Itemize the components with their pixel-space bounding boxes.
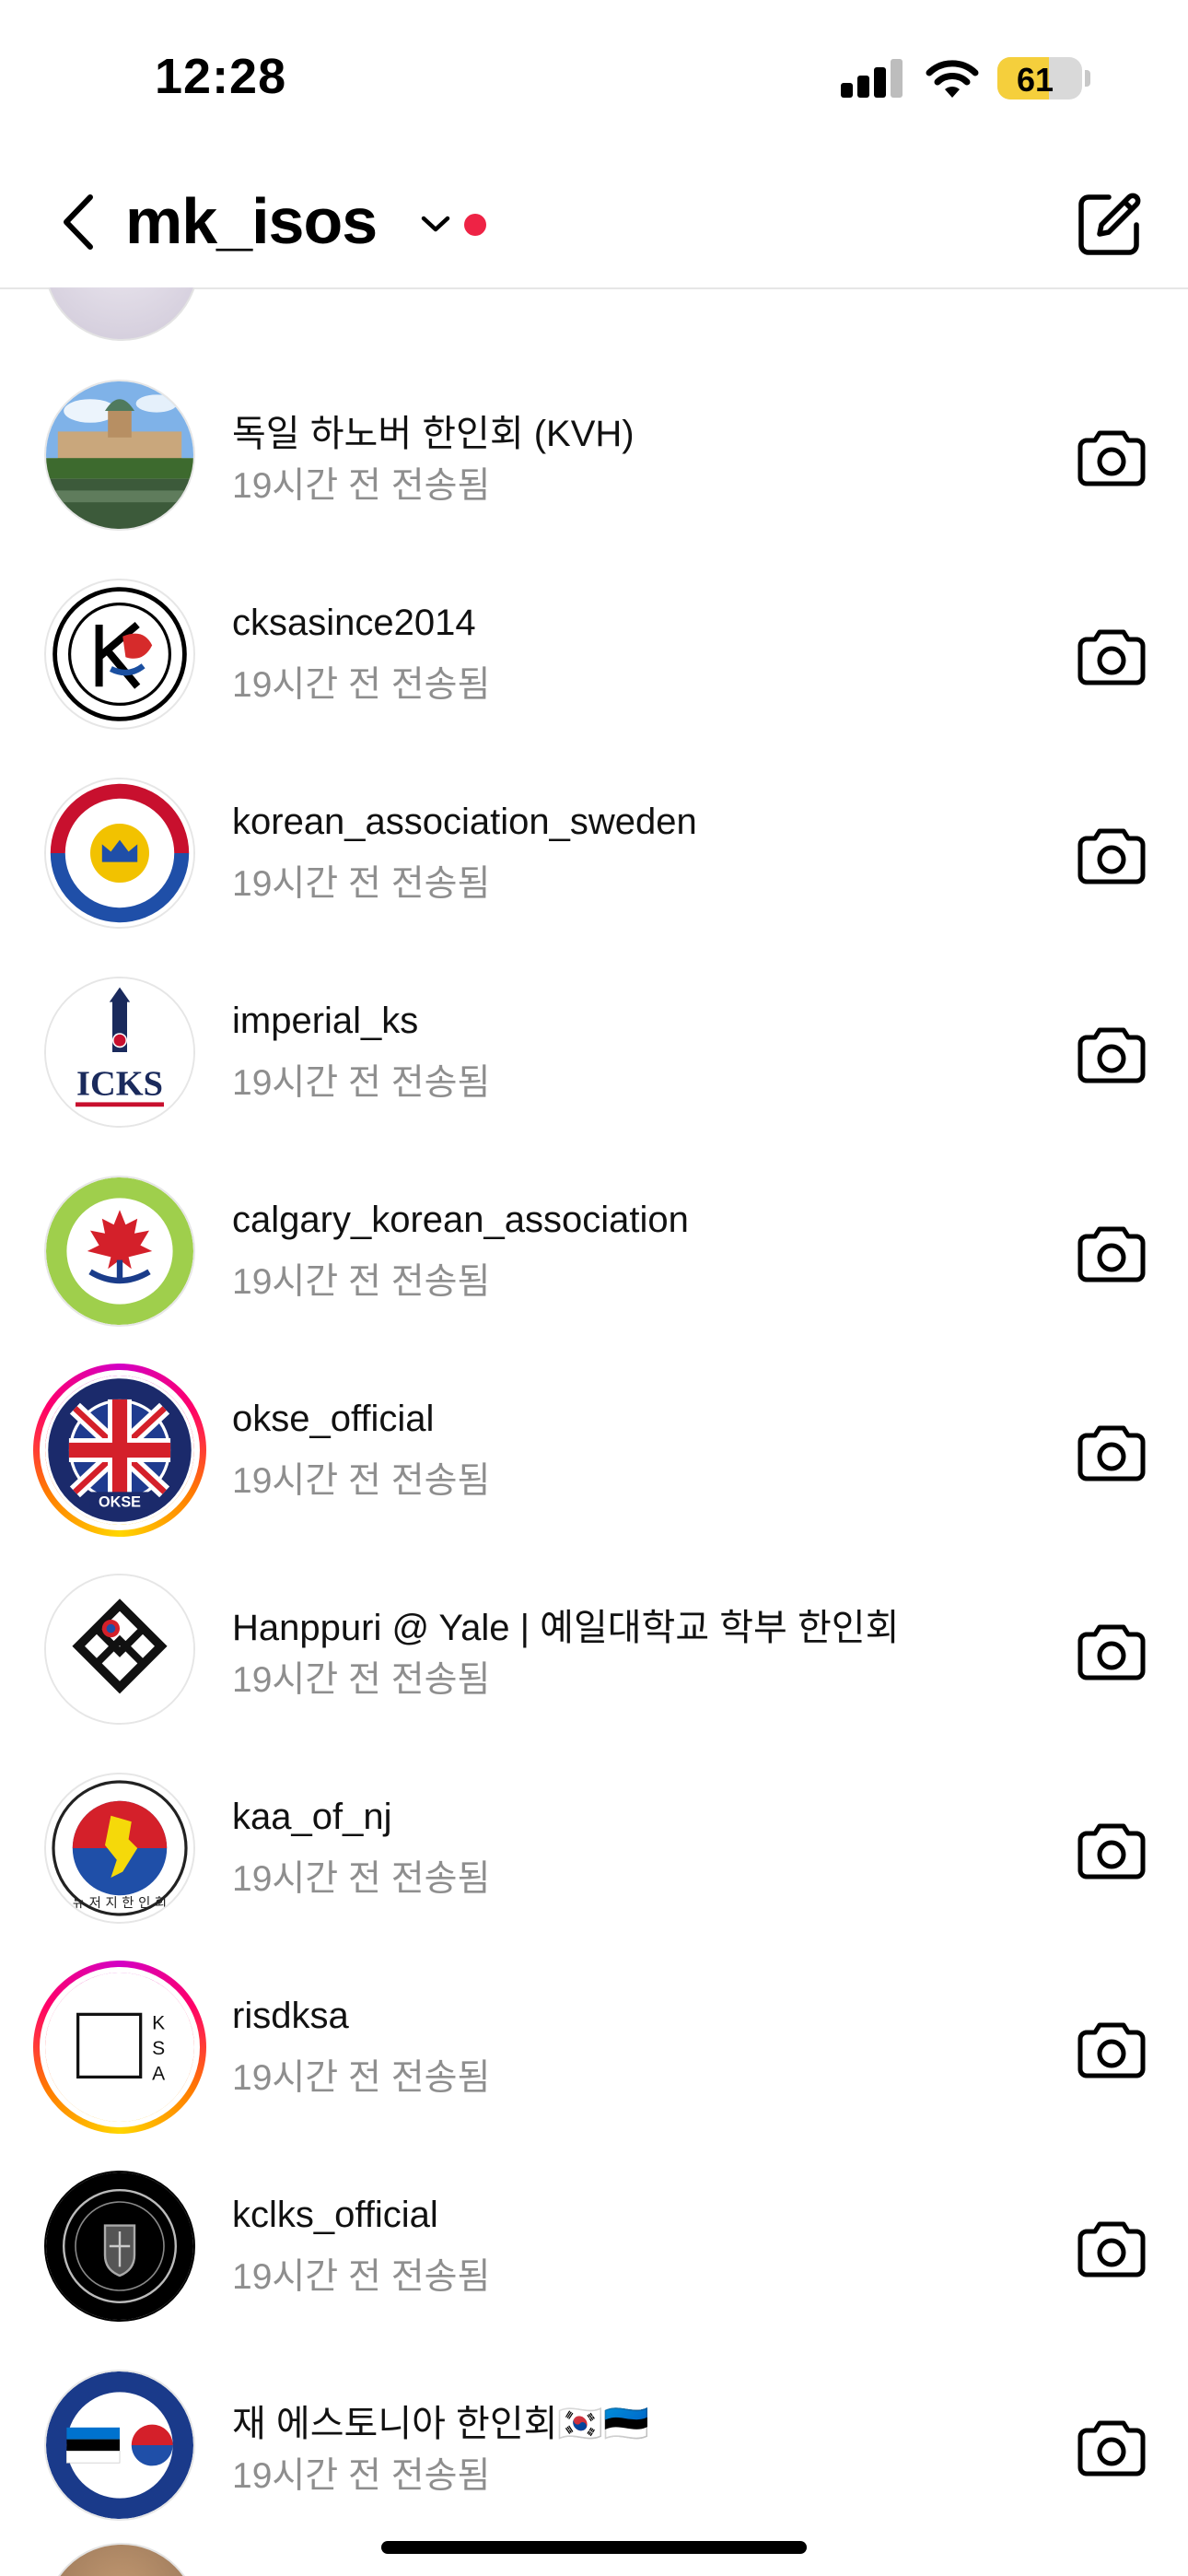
avatar-letter: S (152, 2038, 165, 2059)
list-item[interactable]: cksasince2014 19시간 전 전송됨 (0, 555, 1188, 754)
avatar[interactable] (44, 1574, 195, 1725)
camera-icon[interactable] (1077, 2418, 1146, 2476)
thread-status: 19시간 전 전송됨 (232, 2058, 491, 2098)
camera-icon[interactable] (1077, 626, 1146, 685)
list-item[interactable]: kclks_official 19시간 전 전송됨 (0, 2147, 1188, 2346)
list-item[interactable]: korean_association_sweden 19시간 전 전송됨 (0, 754, 1188, 953)
thread-name: cksasince2014 (232, 603, 476, 643)
avatar-letter: K (152, 2013, 165, 2034)
avatar (44, 287, 199, 341)
svg-text:뉴 저 지 한 인 회: 뉴 저 지 한 인 회 (73, 1895, 167, 1911)
avatar-story-ring[interactable]: K S A (33, 1961, 206, 2134)
thread-name: 독일 하노버 한인회 (KVH) (232, 414, 635, 454)
avatar[interactable] (44, 380, 195, 531)
list-item[interactable]: calgary_korean_association 19시간 전 전송됨 (0, 1152, 1188, 1351)
status-bar: 12:28 61 (0, 0, 1188, 157)
thread-name: calgary_korean_association (232, 1200, 689, 1240)
cellular-signal-icon (841, 57, 903, 98)
thread-name: korean_association_sweden (232, 802, 697, 842)
list-item[interactable]: OKSE okse_official 19시간 전 전송됨 (0, 1351, 1188, 1550)
thread-status: 19시간 전 전송됨 (232, 1859, 491, 1899)
avatar: OKSE (45, 1376, 194, 1525)
list-item[interactable]: 뉴 저 지 한 인 회 kaa_of_nj 19시간 전 전송됨 (0, 1749, 1188, 1948)
avatar[interactable] (44, 778, 195, 929)
avatar[interactable]: 뉴 저 지 한 인 회 (44, 1773, 195, 1924)
avatar (44, 2543, 199, 2576)
wifi-icon (926, 60, 979, 98)
thread-name: 재 에스토니아 한인회🇰🇷🇪🇪 (232, 2404, 650, 2444)
thread-status: 19시간 전 전송됨 (232, 1063, 491, 1103)
avatar[interactable] (44, 2370, 195, 2521)
home-indicator[interactable] (381, 2541, 807, 2554)
thread-name: Hanppuri @ Yale | 예일대학교 학부 한인회 (232, 1608, 900, 1648)
avatar[interactable]: ICKS (44, 977, 195, 1128)
camera-icon[interactable] (1077, 1622, 1146, 1680)
chevron-down-icon[interactable] (420, 214, 451, 234)
top-nav: mk_isos (0, 157, 1188, 289)
message-list[interactable]: 독일 하노버 한인회 (KVH) 19시간 전 전송됨 cksasince201… (0, 287, 1188, 2576)
list-item[interactable]: 재 에스토니아 한인회🇰🇷🇪🇪 19시간 전 전송됨 (0, 2346, 1188, 2545)
avatar[interactable] (44, 579, 195, 730)
new-message-icon[interactable] (1076, 190, 1144, 258)
list-item[interactable]: K S A risdksa 19시간 전 전송됨 (0, 1948, 1188, 2147)
avatar-text: OKSE (99, 1494, 141, 1511)
avatar-story-ring[interactable]: OKSE (33, 1364, 206, 1537)
thread-name: risdksa (232, 1996, 349, 2036)
clock: 12:28 (155, 49, 287, 104)
battery-icon: 61 (997, 57, 1082, 100)
thread-status: 19시간 전 전송됨 (232, 466, 491, 506)
avatar-text: ICKS (76, 1064, 163, 1103)
thread-name: kaa_of_nj (232, 1797, 392, 1837)
camera-icon[interactable] (1077, 1423, 1146, 1481)
thread-status: 19시간 전 전송됨 (232, 1660, 491, 1700)
battery-tip (1085, 70, 1090, 87)
notification-dot (464, 214, 486, 236)
back-arrow-icon[interactable] (55, 192, 101, 252)
list-item[interactable]: Hanppuri @ Yale | 예일대학교 학부 한인회 19시간 전 전송… (0, 1550, 1188, 1749)
avatar-letter: A (152, 2064, 165, 2085)
thread-status: 19시간 전 전송됨 (232, 2456, 491, 2496)
list-item[interactable]: 독일 하노버 한인회 (KVH) 19시간 전 전송됨 (0, 356, 1188, 555)
camera-icon[interactable] (1077, 427, 1146, 486)
camera-icon[interactable] (1077, 2020, 1146, 2078)
thread-status: 19시간 전 전송됨 (232, 1461, 491, 1501)
avatar[interactable] (44, 2171, 195, 2322)
account-username[interactable]: mk_isos (125, 184, 378, 258)
camera-icon[interactable] (1077, 825, 1146, 884)
camera-icon[interactable] (1077, 1025, 1146, 1083)
thread-name: imperial_ks (232, 1001, 419, 1041)
thread-status: 19시간 전 전송됨 (232, 1262, 491, 1302)
camera-icon[interactable] (1077, 1821, 1146, 1879)
battery-percent: 61 (1016, 61, 1054, 99)
avatar: K S A (45, 1973, 194, 2122)
thread-status: 19시간 전 전송됨 (232, 2257, 491, 2297)
list-item[interactable]: ICKS imperial_ks 19시간 전 전송됨 (0, 953, 1188, 1152)
thread-status: 19시간 전 전송됨 (232, 665, 491, 705)
thread-name: kclks_official (232, 2195, 438, 2235)
avatar[interactable] (44, 1176, 195, 1327)
camera-icon[interactable] (1077, 2219, 1146, 2277)
thread-status: 19시간 전 전송됨 (232, 864, 491, 904)
thread-name: okse_official (232, 1399, 435, 1439)
camera-icon[interactable] (1077, 1224, 1146, 1282)
